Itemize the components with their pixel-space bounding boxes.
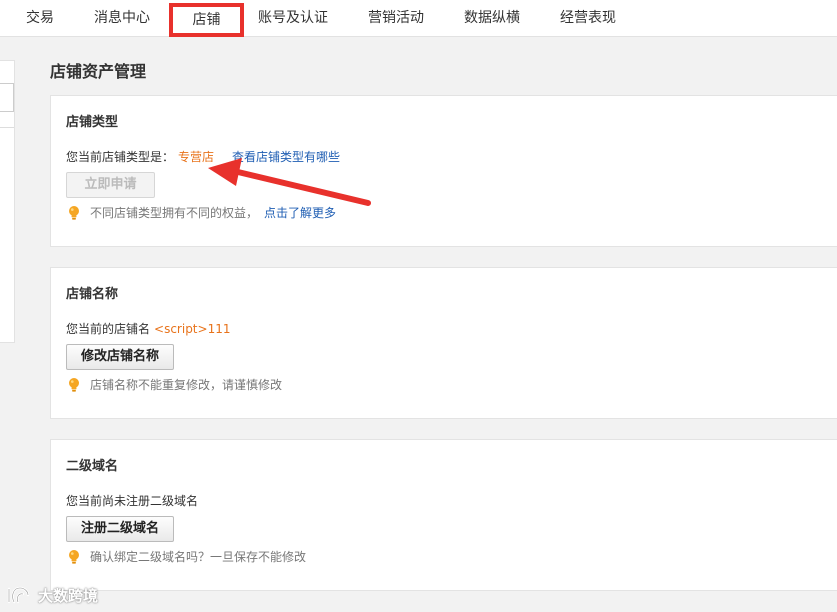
tab-messages[interactable]: 消息中心: [94, 0, 150, 37]
lightbulb-icon: [66, 549, 82, 565]
store-name-value: <script>111: [154, 322, 231, 336]
store-name-title: 店铺名称: [66, 287, 119, 302]
store-type-tip-text: 不同店铺类型拥有不同的权益，: [90, 206, 259, 220]
left-panel: [0, 60, 15, 343]
tab-marketing[interactable]: 营销活动: [368, 0, 424, 37]
modify-store-name-button[interactable]: 修改店铺名称: [66, 344, 175, 370]
store-name-card: 店铺名称 您当前的店铺名 <script>111 修改店铺名称 店铺名称不能重复修…: [50, 267, 837, 419]
tab-performance[interactable]: 经营表现: [560, 0, 616, 37]
subdomain-title: 二级域名: [66, 459, 119, 474]
lightbulb-icon: [66, 205, 82, 221]
tab-trade[interactable]: 交易: [26, 0, 54, 37]
watermark-text: 大数跨境: [38, 586, 99, 605]
lightbulb-icon: [66, 377, 82, 393]
tab-store[interactable]: 店铺: [169, 3, 244, 37]
store-type-line: 您当前店铺类型是： 专营店 查看店铺类型有哪些: [66, 148, 340, 165]
top-navigation: 交易 消息中心 店铺 账号及认证 营销活动 数据纵横 经营表现: [0, 0, 837, 37]
store-type-label: 您当前店铺类型是：: [66, 150, 175, 164]
watermark: 大数跨境: [6, 584, 98, 606]
store-name-tip: 店铺名称不能重复修改，请谨慎修改: [66, 376, 282, 393]
left-panel-divider: [0, 127, 14, 128]
subdomain-status: 您当前尚未注册二级域名: [66, 494, 199, 508]
tab-data[interactable]: 数据纵横: [464, 0, 520, 37]
store-type-value: 专营店: [178, 150, 215, 164]
store-type-title: 店铺类型: [66, 115, 119, 130]
subdomain-tip-text: 确认绑定二级域名吗？一旦保存不能修改: [90, 550, 307, 564]
tab-account[interactable]: 账号及认证: [258, 0, 328, 37]
register-subdomain-button[interactable]: 注册二级域名: [66, 516, 175, 542]
store-name-label: 您当前的店铺名: [66, 322, 151, 336]
apply-now-button[interactable]: 立即申请: [66, 172, 155, 198]
page-title: 店铺资产管理: [50, 62, 147, 81]
view-store-types-link[interactable]: 查看店铺类型有哪些: [232, 150, 340, 164]
left-panel-input[interactable]: [0, 83, 14, 112]
subdomain-line: 您当前尚未注册二级域名: [66, 492, 198, 509]
watermark-logo-icon: [6, 584, 34, 606]
learn-more-link[interactable]: 点击了解更多: [264, 204, 336, 221]
store-type-card: 店铺类型 您当前店铺类型是： 专营店 查看店铺类型有哪些 立即申请 不同店铺类型拥有…: [50, 95, 837, 247]
subdomain-tip: 确认绑定二级域名吗？一旦保存不能修改: [66, 548, 306, 565]
store-name-line: 您当前的店铺名 <script>111: [66, 320, 230, 337]
subdomain-card: 二级域名 您当前尚未注册二级域名 注册二级域名 确认绑定二级域名吗？一旦保存不能…: [50, 439, 837, 591]
store-type-tip: 不同店铺类型拥有不同的权益， 点击了解更多: [66, 204, 336, 221]
store-name-tip-text: 店铺名称不能重复修改，请谨慎修改: [90, 378, 283, 392]
